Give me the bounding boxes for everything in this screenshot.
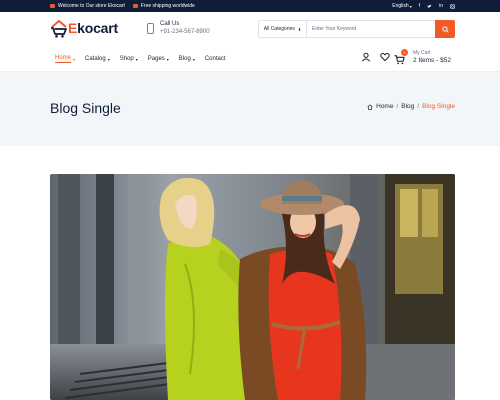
page-title: Blog Single [50,100,121,116]
phone-icon [147,23,154,34]
facebook-icon[interactable]: f [419,3,420,9]
cart-logo-icon [51,20,67,38]
breadcrumb-separator: / [396,103,399,110]
chevron-updown-icon: ⬍ [297,26,302,32]
linkedin-icon[interactable]: in [439,3,443,9]
user-icon[interactable] [361,52,371,62]
call-us-block[interactable]: Call Us +91-234-567-8900 [147,21,210,36]
main-navigation: Home ▾ Catalog ▾ Shop ▾ Pages ▾ Blog ▾ Contac… [0,46,500,72]
language-label: English [392,3,409,9]
chevron-down-icon: ▾ [166,56,169,62]
search-icon [441,25,449,33]
welcome-text: Welcome to Our store Ekocart [58,3,125,9]
search-bar: All Categories ⬍ [258,20,455,38]
breadcrumb-home[interactable]: Home [376,103,393,110]
heart-icon[interactable] [380,52,390,62]
instagram-icon[interactable] [450,3,455,9]
site-logo[interactable]: Ekocart [50,18,118,38]
menu-item-catalog[interactable]: Catalog ▾ [85,56,110,62]
fashion-photo [50,174,455,400]
breadcrumb: Home / Blog / Blog Single [367,103,455,110]
call-us-number: +91-234-567-8900 [160,28,210,35]
page-title-banner: Blog Single Home / Blog / Blog Single [0,72,500,146]
menu-item-home[interactable]: Home ▾ [55,55,75,63]
welcome-notice: Welcome to Our store Ekocart [50,3,125,9]
breadcrumb-current: Blog Single [422,103,455,110]
category-select[interactable]: All Categories ⬍ [259,21,307,37]
site-header: Ekocart Call Us +91-234-567-8900 All Cat… [0,12,500,46]
store-icon [50,4,55,8]
breadcrumb-blog[interactable]: Blog [401,103,414,110]
logo-text: Ekocart [68,20,118,36]
search-input[interactable] [307,21,435,37]
home-icon [367,103,373,110]
top-bar: Welcome to Our store Ekocart Free shippi… [0,0,500,12]
shipping-text: Free shipping worldwide [140,3,195,9]
breadcrumb-separator: / [417,103,420,110]
chevron-down-icon: ▾ [192,56,195,62]
mini-cart[interactable]: 0 My Cart 2 Items - $52 [394,48,451,65]
menu-item-blog[interactable]: Blog ▾ [179,56,195,62]
truck-icon [132,4,138,8]
search-button[interactable] [435,20,455,38]
shipping-notice: Free shipping worldwide [132,3,195,9]
blog-featured-image [50,174,455,400]
chevron-down-icon: ▾ [73,56,76,62]
menu-item-pages[interactable]: Pages ▾ [148,56,169,62]
cart-summary: 2 Items - $52 [413,56,451,64]
menu-item-contact[interactable]: Contact [205,56,226,62]
twitter-icon[interactable] [427,4,432,9]
cart-count-badge: 0 [401,48,408,56]
chevron-down-icon: ▾ [135,56,138,62]
category-select-value: All Categories [263,26,295,32]
language-selector[interactable]: English ▾ [392,3,411,9]
chevron-down-icon: ▾ [409,3,412,9]
menu-item-shop[interactable]: Shop ▾ [120,56,138,62]
call-us-title: Call Us [160,21,180,27]
chevron-down-icon: ▾ [107,56,110,62]
